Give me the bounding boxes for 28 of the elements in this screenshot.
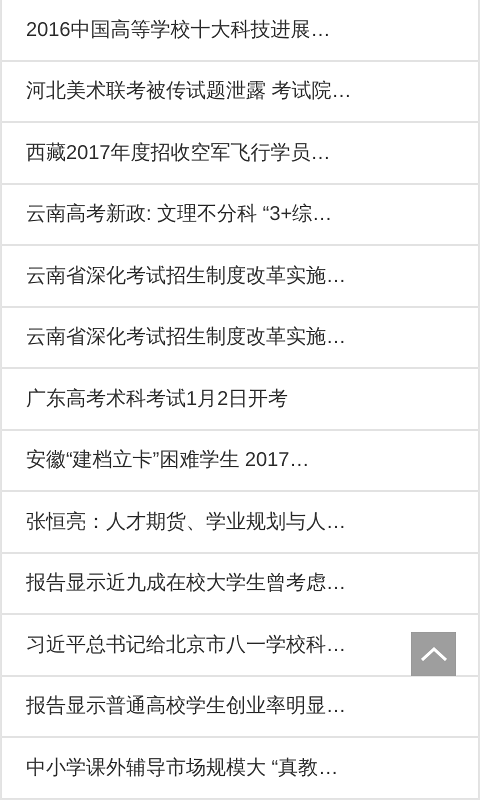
news-list-item[interactable]: 报告显示普通高校学生创业率明显… (2, 676, 478, 736)
news-list-item[interactable]: 云南省深化考试招生制度改革实施… (2, 308, 478, 367)
news-title: 报告显示普通高校学生创业率明显… (26, 694, 346, 720)
news-list-item[interactable]: 报告显示近九成在校大学生曾考虑… (2, 554, 478, 613)
news-title: 中小学课外辅导市场规模大 “真教… (26, 756, 338, 781)
news-list-item[interactable]: 习近平总书记给北京市八一学校科… (2, 615, 478, 674)
news-title: 安徽“建档立卡”困难学生 2017… (26, 448, 310, 474)
news-list-item[interactable]: 安徽“建档立卡”困难学生 2017… (2, 430, 478, 490)
news-list-item[interactable]: 张恒亮：人才期货、学业规划与人… (2, 492, 478, 552)
news-list-item[interactable]: 广东高考术科考试1月2日开考 (2, 369, 478, 428)
news-title: 习近平总书记给北京市八一学校科… (26, 632, 346, 658)
chevron-up-icon (420, 646, 448, 662)
news-title: 云南省深化考试招生制度改革实施… (26, 325, 346, 350)
news-list-item[interactable]: 云南高考新政: 文理不分科 “3+综… (2, 184, 478, 244)
news-title: 报告显示近九成在校大学生曾考虑… (26, 571, 346, 596)
news-title: 张恒亮：人才期货、学业规划与人… (26, 510, 346, 535)
news-title: 云南省深化考试招生制度改革实施… (26, 264, 346, 289)
news-title: 河北美术联考被传试题泄露 考试院… (26, 79, 352, 104)
news-list-item[interactable]: 中小学课外辅导市场规模大 “真教… (2, 738, 478, 798)
news-list-item[interactable]: 云南省深化考试招生制度改革实施… (2, 246, 478, 306)
news-list-item[interactable]: 河北美术联考被传试题泄露 考试院… (2, 62, 478, 121)
back-to-top-button[interactable] (411, 632, 456, 676)
news-title: 广东高考术科考试1月2日开考 (26, 386, 288, 412)
news-list-item[interactable]: 2016中国高等学校十大科技进展… (2, 0, 478, 60)
news-title: 云南高考新政: 文理不分科 “3+综… (26, 202, 332, 228)
news-title: 西藏2017年度招收空军飞行学员… (26, 140, 330, 166)
news-title: 2016中国高等学校十大科技进展… (26, 18, 330, 43)
news-list-item[interactable]: 西藏2017年度招收空军飞行学员… (2, 123, 478, 182)
